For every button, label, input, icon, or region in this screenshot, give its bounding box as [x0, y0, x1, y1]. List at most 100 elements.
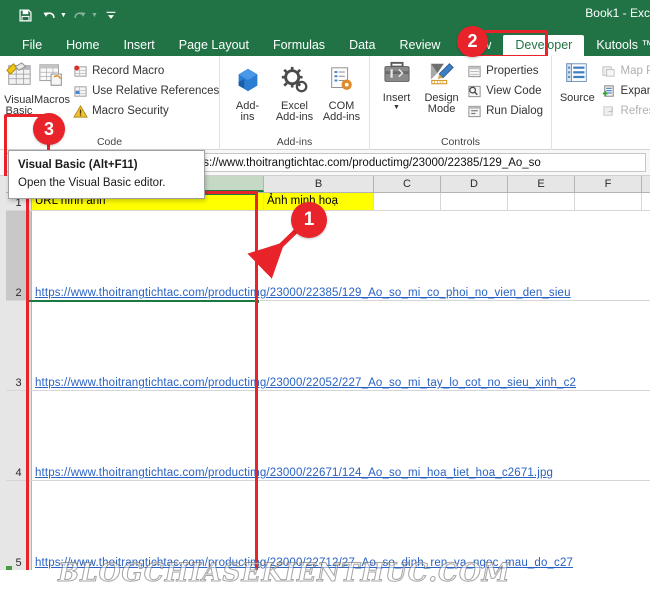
step-badge-3: 3 [33, 113, 65, 145]
cell-a5[interactable]: https://www.thoitrangtichtac.com/product… [32, 481, 650, 570]
xml-source-icon [563, 61, 591, 91]
column-header-b[interactable]: B [264, 176, 374, 192]
view-code-label: View Code [486, 85, 542, 97]
view-code-button[interactable]: View Code [464, 81, 547, 101]
column-header-c[interactable]: C [374, 176, 441, 192]
table-row: 3 https://www.thoitrangtichtac.com/produ… [6, 301, 650, 391]
ribbon: Visual Basic Macros Record Macro Use Rel… [0, 56, 650, 182]
column-header-g[interactable] [642, 176, 650, 192]
column-header-f[interactable]: F [575, 176, 642, 192]
design-mode-icon [427, 61, 457, 91]
expansion-packs-button[interactable]: Expansi [599, 81, 650, 101]
tooltip-title: Visual Basic (Alt+F11) [18, 159, 138, 171]
map-properties-button: Map Pro [599, 61, 650, 81]
visual-basic-icon [4, 61, 34, 93]
row-header-5[interactable]: 5 [6, 481, 32, 570]
com-add-ins-icon [327, 65, 357, 99]
row-header-4[interactable]: 4 [6, 391, 32, 480]
properties-icon [466, 63, 482, 79]
table-row: 5 https://www.thoitrangtichtac.com/produ… [6, 481, 650, 570]
excel-add-ins-button[interactable]: Excel Add-ins [271, 63, 318, 124]
formula-input[interactable]: https://www.thoitrangtichtac.com/product… [177, 153, 646, 172]
tooltip-body: Open the Visual Basic editor. [18, 177, 166, 189]
column-header-d[interactable]: D [441, 176, 508, 192]
customize-qat-icon[interactable] [100, 4, 122, 26]
tab-developer[interactable]: Developer [503, 34, 585, 56]
insert-control-button[interactable]: Insert ▼ [374, 59, 419, 111]
source-label: Source [559, 91, 595, 104]
spreadsheet-grid: A B C D E F 1 URL hình ảnh Ảnh minh hoạ [0, 176, 650, 570]
quick-access-toolbar: ▼ ▼ [0, 4, 122, 26]
cell-d1[interactable] [441, 193, 508, 210]
properties-button[interactable]: Properties [464, 61, 547, 81]
macros-label: Macros [34, 93, 71, 106]
tab-file[interactable]: File [10, 35, 54, 57]
ribbon-group-add-ins: Add- ins Excel Add-ins COM Add-ins Add-i… [220, 56, 370, 150]
cell-a2[interactable]: https://www.thoitrangtichtac.com/product… [32, 211, 650, 300]
macros-icon [37, 61, 67, 93]
ribbon-tab-bar: File Home Insert Page Layout Formulas Da… [0, 30, 650, 58]
grid-left-strip [0, 176, 6, 570]
cell-e1[interactable] [508, 193, 575, 210]
record-macro-label: Record Macro [92, 65, 165, 77]
xml-small-buttons: Map Pro Expansi Refresh [599, 59, 650, 121]
save-icon[interactable] [14, 4, 36, 26]
view-code-icon [466, 83, 482, 99]
row-header-2[interactable]: 2 [6, 211, 32, 300]
document-title: Book1 - Exc [585, 6, 650, 20]
tab-data[interactable]: Data [337, 35, 387, 57]
selection-fill-handle[interactable] [255, 299, 260, 304]
macro-security-button[interactable]: Macro Security [70, 101, 223, 121]
group-label-xml: X [556, 136, 650, 150]
group-label-controls: Controls [440, 136, 481, 148]
source-button[interactable]: Source [556, 59, 599, 104]
use-relative-references-button[interactable]: Use Relative References [70, 81, 223, 101]
visual-basic-label: Visual Basic [4, 93, 34, 118]
row-header-3[interactable]: 3 [6, 301, 32, 390]
visual-basic-button[interactable]: Visual Basic [4, 59, 34, 118]
excel-add-ins-label: Excel Add-ins [275, 99, 314, 124]
cell-a3[interactable]: https://www.thoitrangtichtac.com/product… [32, 301, 650, 390]
record-macro-icon [72, 63, 88, 79]
run-dialog-icon [466, 103, 482, 119]
ribbon-group-controls: Insert ▼ Design Mode Properties View Cod… [370, 56, 552, 150]
refresh-icon [601, 103, 617, 119]
step-badge-2: 2 [457, 26, 488, 57]
tab-insert[interactable]: Insert [112, 35, 167, 57]
column-header-e[interactable]: E [508, 176, 575, 192]
gear-icon [280, 65, 310, 99]
ribbon-group-code: Visual Basic Macros Record Macro Use Rel… [0, 56, 223, 182]
com-add-ins-button[interactable]: COM Add-ins [318, 63, 365, 124]
tab-kutools[interactable]: Kutools ™ [584, 35, 650, 57]
tab-review[interactable]: Review [387, 35, 452, 57]
insert-chevron-down-icon[interactable]: ▼ [393, 104, 400, 111]
tab-page-layout[interactable]: Page Layout [167, 35, 261, 57]
step-badge-1: 1 [291, 202, 327, 238]
refresh-data-button: Refresh [599, 101, 650, 121]
run-dialog-button[interactable]: Run Dialog [464, 101, 547, 121]
add-ins-button[interactable]: Add- ins [224, 63, 271, 124]
redo-chevron-down-icon: ▼ [90, 11, 98, 19]
table-row: 2 https://www.thoitrangtichtac.com/produ… [6, 211, 650, 301]
tab-formulas[interactable]: Formulas [261, 35, 337, 57]
insert-control-label: Insert [382, 91, 411, 104]
cell-f1[interactable] [575, 193, 642, 210]
grid-rows: 1 URL hình ảnh Ảnh minh hoạ 2 https://ww… [6, 193, 650, 570]
cell-a4[interactable]: https://www.thoitrangtichtac.com/product… [32, 391, 650, 480]
undo-chevron-down-icon[interactable]: ▼ [60, 12, 67, 19]
macros-button[interactable]: Macros [34, 59, 70, 106]
undo-icon[interactable] [38, 4, 60, 26]
design-mode-label: Design Mode [424, 91, 459, 116]
controls-small-buttons: Properties View Code Run Dialog [464, 59, 547, 121]
properties-label: Properties [486, 65, 539, 77]
cell-g1[interactable] [642, 193, 650, 210]
tab-home[interactable]: Home [54, 35, 111, 57]
relative-references-icon [72, 83, 88, 99]
title-bar: ▼ ▼ Book1 - Exc [0, 0, 650, 30]
record-macro-button[interactable]: Record Macro [70, 61, 223, 81]
visual-basic-tooltip: Visual Basic (Alt+F11) Open the Visual B… [8, 150, 205, 199]
design-mode-button[interactable]: Design Mode [419, 59, 464, 116]
cell-c1[interactable] [374, 193, 441, 210]
group-label-add-ins: Add-ins [276, 136, 313, 148]
expansion-packs-icon [601, 83, 617, 99]
